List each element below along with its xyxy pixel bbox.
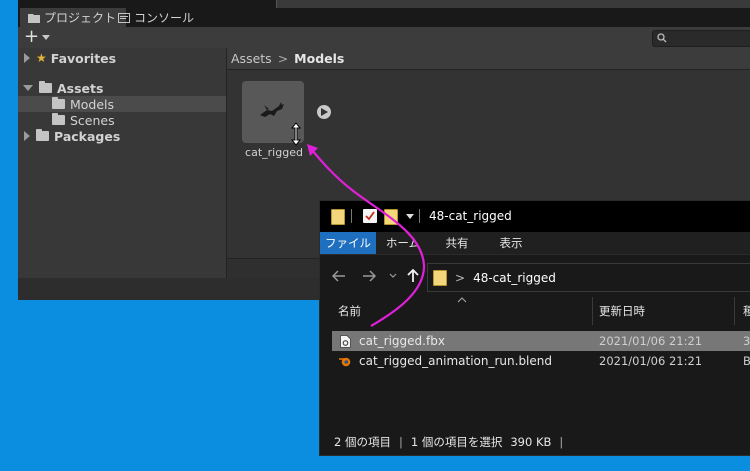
address-field[interactable]: > 48-cat_rigged (427, 263, 750, 292)
column-header-type[interactable]: 種 (743, 297, 750, 325)
play-icon (321, 108, 328, 116)
address-separator: > (455, 270, 466, 285)
ribbon-tab-view[interactable]: 表示 (486, 232, 536, 254)
recent-locations-icon[interactable] (389, 273, 397, 279)
cat-model-preview-icon (260, 102, 284, 117)
breadcrumb-models[interactable]: Models (294, 51, 344, 66)
dropdown-arrow-icon (42, 34, 51, 40)
explorer-title-bar: 48-cat_rigged (320, 201, 750, 232)
tab-console-label: コンソール (134, 11, 195, 25)
status-divider: | (559, 435, 564, 449)
folder-icon (331, 209, 345, 225)
fbx-file-icon (340, 334, 351, 348)
breadcrumb-separator: > (277, 51, 289, 66)
properties-icon[interactable] (363, 209, 377, 223)
forward-arrow-icon[interactable] (362, 270, 376, 282)
tree-item-models[interactable]: Models (18, 96, 226, 112)
column-header-row: 名前 更新日時 種 (320, 297, 750, 325)
address-path: 48-cat_rigged (473, 270, 556, 285)
ribbon-tabs: ファイル ホーム 共有 表示 (320, 232, 750, 255)
divider (419, 209, 420, 223)
status-divider: | (398, 435, 403, 449)
file-name: cat_rigged_animation_run.blend (359, 354, 552, 368)
breadcrumb-assets[interactable]: Assets (231, 51, 272, 66)
add-asset-button[interactable]: + (24, 26, 51, 47)
ribbon-tab-home[interactable]: ホーム (378, 232, 428, 254)
column-header-date[interactable]: 更新日時 (599, 297, 645, 325)
item-count: 2 個の項目 (334, 435, 391, 449)
quick-access-dropdown-icon[interactable] (406, 214, 414, 219)
column-header-name[interactable]: 名前 (338, 297, 361, 325)
up-arrow-icon[interactable] (407, 269, 419, 283)
scene-view-strip (276, 0, 750, 8)
tree-item-assets[interactable]: Assets (18, 80, 231, 96)
folder-icon (52, 113, 65, 125)
divider (351, 209, 352, 223)
search-field[interactable] (652, 30, 750, 47)
sort-ascending-icon (457, 297, 467, 303)
folder-icon (28, 13, 40, 23)
column-divider[interactable] (734, 297, 735, 325)
star-icon: ★ (36, 51, 47, 65)
window-title: 48-cat_rigged (429, 209, 512, 223)
tab-console[interactable]: コンソール (110, 8, 204, 27)
selected-size: 390 KB (510, 435, 552, 449)
ribbon-tab-file[interactable]: ファイル (320, 232, 376, 254)
ribbon-tab-share[interactable]: 共有 (432, 232, 482, 254)
back-arrow-icon[interactable] (332, 270, 346, 282)
file-name: cat_rigged.fbx (359, 334, 445, 348)
tree-label: Packages (54, 128, 121, 144)
explorer-status-bar: 2 個の項目 | 1 個の項目を選択 390 KB | (320, 429, 750, 455)
play-preview-button[interactable] (317, 105, 331, 119)
tree-label: Scenes (70, 112, 115, 128)
tree-label: Models (70, 96, 115, 112)
tab-project-label: プロジェクト (44, 11, 117, 25)
search-icon (657, 33, 667, 43)
selected-count: 1 個の項目を選択 (410, 435, 503, 449)
tree-label: Assets (57, 80, 104, 96)
resize-cursor-icon (290, 122, 302, 146)
folder-tree-panel: ★ Favorites Assets Models Scenes Package… (18, 48, 227, 278)
folder-open-icon (39, 81, 52, 93)
collapsed-arrow-icon (24, 131, 30, 141)
console-icon (118, 12, 130, 23)
tree-item-favorites[interactable]: ★ Favorites (18, 50, 232, 66)
file-type: B (743, 354, 750, 368)
file-row-fbx[interactable]: cat_rigged.fbx 2021/01/06 21:21 3E (332, 331, 750, 351)
tree-item-packages[interactable]: Packages (18, 128, 232, 144)
file-type: 3E (743, 334, 750, 348)
expanded-arrow-icon (23, 85, 33, 91)
collapsed-arrow-icon (24, 53, 30, 63)
file-row-blend[interactable]: cat_rigged_animation_run.blend 2021/01/0… (332, 351, 750, 371)
project-toolbar: + (18, 27, 750, 49)
plus-icon: + (24, 26, 40, 47)
new-folder-icon[interactable] (384, 209, 398, 225)
asset-name-label: cat_rigged (245, 146, 303, 159)
column-divider[interactable] (592, 297, 593, 325)
folder-icon (36, 129, 49, 141)
unity-tab-bar: プロジェクト コンソール (18, 0, 750, 27)
breadcrumb: Assets > Models (227, 48, 750, 70)
blender-file-icon (339, 357, 351, 367)
file-date: 2021/01/06 21:21 (599, 354, 703, 368)
file-explorer-window: 48-cat_rigged ファイル ホーム 共有 表示 > 48-cat_ri… (319, 200, 750, 456)
tree-label: Favorites (50, 50, 117, 66)
file-date: 2021/01/06 21:21 (599, 334, 703, 348)
tree-item-scenes[interactable]: Scenes (18, 112, 226, 128)
folder-icon (52, 97, 65, 109)
address-bar-row: > 48-cat_rigged (320, 255, 750, 297)
folder-icon (433, 269, 447, 286)
